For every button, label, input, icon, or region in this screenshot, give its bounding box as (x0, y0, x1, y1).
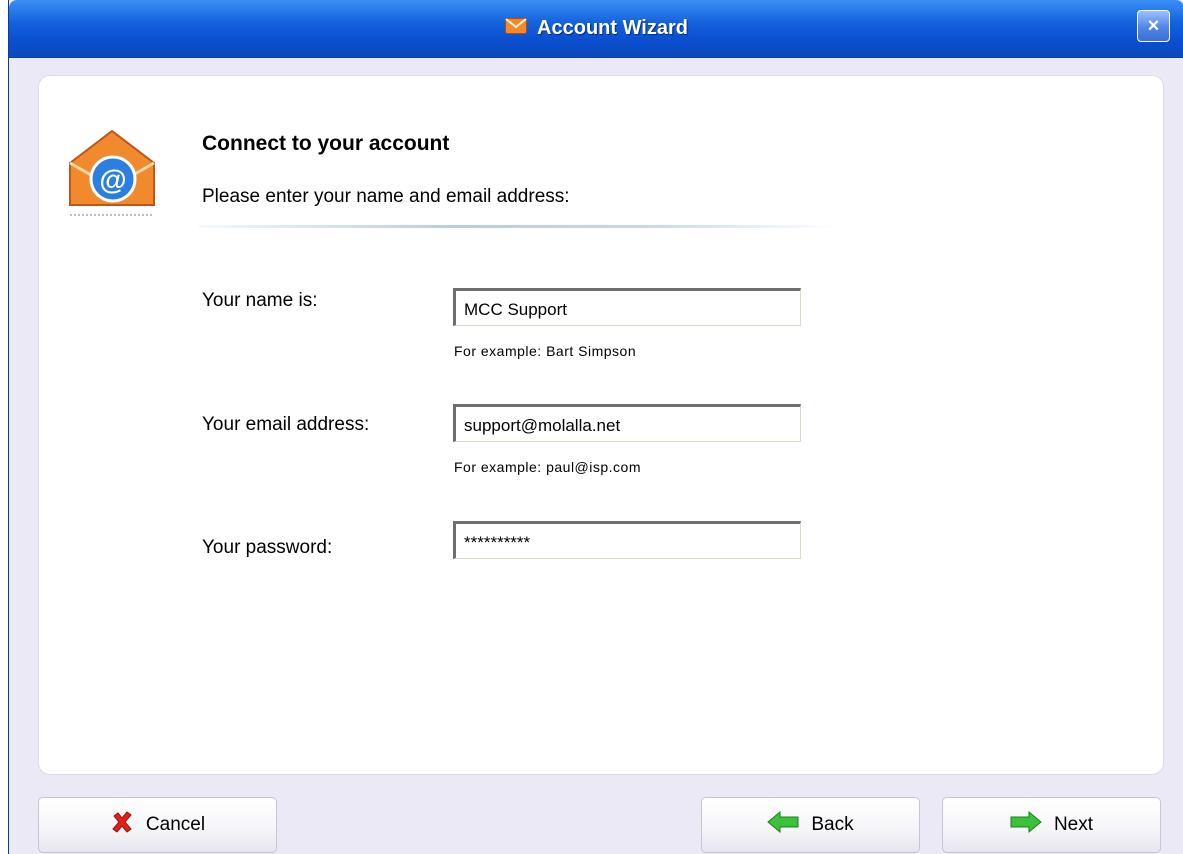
email-label: Your email address: (202, 414, 370, 435)
password-label: Your password: (202, 537, 333, 558)
svg-text:@: @ (99, 164, 126, 195)
name-label: Your name is: (202, 290, 318, 311)
envelope-icon (505, 18, 528, 39)
header-separator (199, 225, 839, 228)
green-right-arrow-icon (1010, 810, 1042, 839)
red-x-icon (110, 810, 134, 840)
green-left-arrow-icon (767, 810, 799, 839)
name-hint: For example: Bart Simpson (454, 343, 637, 359)
cancel-button[interactable]: Cancel (38, 797, 277, 853)
back-button[interactable]: Back (701, 797, 920, 853)
password-input[interactable] (453, 521, 801, 559)
page-subheading: Please enter your name and email address… (202, 186, 570, 207)
title-group: Account Wizard (9, 0, 1183, 57)
window-title: Account Wizard (537, 17, 688, 39)
next-label: Next (1053, 814, 1094, 835)
name-input[interactable] (453, 288, 801, 326)
close-button[interactable]: × (1137, 10, 1170, 42)
email-hint: For example: paul@isp.com (454, 459, 642, 475)
title-bar[interactable]: Account Wizard × (9, 0, 1183, 58)
back-label: Back (811, 814, 854, 835)
cancel-label: Cancel (145, 814, 206, 835)
account-wizard-window: Account Wizard × @ Connect to your accou… (8, 0, 1183, 854)
page-heading: Connect to your account (202, 132, 450, 155)
content-panel: @ Connect to your account Please enter y… (38, 75, 1164, 775)
close-icon: × (1147, 14, 1160, 37)
email-at-icon: @ (66, 123, 158, 228)
next-button[interactable]: Next (942, 797, 1161, 853)
email-input[interactable] (453, 404, 801, 442)
